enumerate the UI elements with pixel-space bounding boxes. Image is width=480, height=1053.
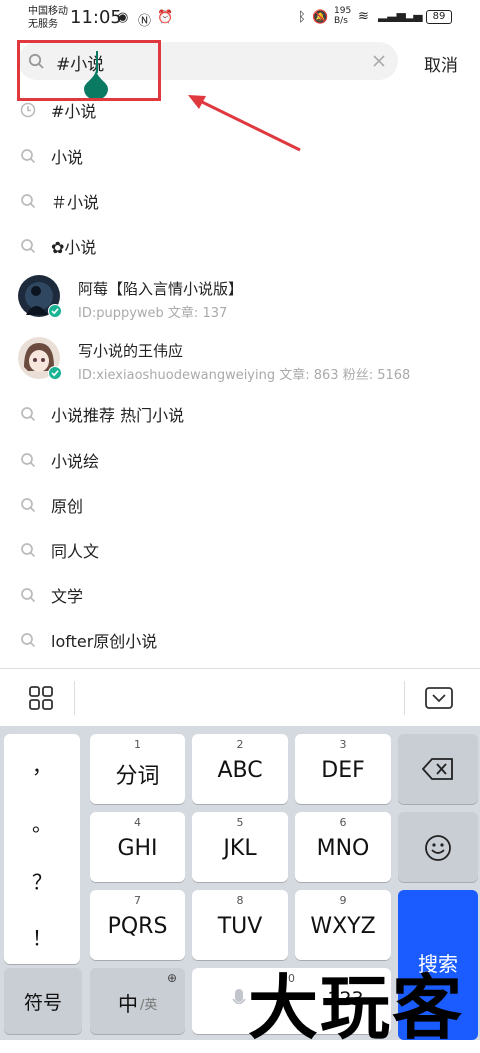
key-1[interactable]: 1 分词 <box>90 734 185 804</box>
suggestion-label: ✿小说 <box>51 238 97 257</box>
suggestion-item[interactable]: 文学 <box>0 581 480 609</box>
bluetooth-icon: ᛒ <box>298 10 306 25</box>
signal-icon-2: ▂▄ <box>404 8 423 22</box>
toolbar-divider <box>74 681 75 715</box>
search-icon <box>21 543 36 558</box>
key-9[interactable]: 9 WXYZ <box>295 890 391 960</box>
carrier-status: 无服务 <box>28 19 58 30</box>
key-7[interactable]: 7 PQRS <box>90 890 185 960</box>
user-meta: ID:puppyweb 文章: 137 <box>78 306 228 321</box>
user-meta: ID:xiexiaoshuodewangweiying 文章: 863 粉丝: … <box>78 368 411 383</box>
history-item[interactable]: #小说 <box>0 96 480 124</box>
suggestion-label: 小说 <box>51 148 84 167</box>
search-icon <box>21 149 36 164</box>
key-comma[interactable]: ， <box>4 750 80 779</box>
key-3[interactable]: 3 DEF <box>295 734 391 804</box>
microphone-icon <box>232 989 246 1005</box>
search-icon <box>21 194 36 209</box>
search-icon <box>21 453 36 468</box>
emoji-button[interactable] <box>398 812 478 882</box>
history-label: #小说 <box>51 102 97 121</box>
suggestion-item[interactable]: ＃小说 <box>0 187 480 215</box>
user-result[interactable]: 阿莓【陷入言情小说版】 ID:puppyweb 文章: 137 <box>0 272 480 328</box>
suggestion-item[interactable]: 小说 <box>0 142 480 170</box>
toolbar-divider <box>404 681 405 715</box>
language-toggle-button[interactable]: ⊕ 中 /英 <box>90 968 185 1034</box>
suggestion-label: lofter原创小说 <box>51 632 158 651</box>
carrier-name: 中国移动 <box>28 6 68 17</box>
key-question[interactable]: ？ <box>4 866 80 895</box>
symbol-button[interactable]: 符号 <box>4 968 82 1034</box>
search-icon <box>21 633 36 648</box>
globe-icon: ⊕ <box>167 971 178 985</box>
status-bar: 中国移动 无服务 11:05 ◉ Ⓝ ⏰ ᛒ 🔕 195 B/s ≋ ▂▃▅ ▂… <box>0 0 480 36</box>
annotation-box <box>17 40 161 101</box>
key-4[interactable]: 4 GHI <box>90 812 185 882</box>
suggestion-label: 同人文 <box>51 542 100 561</box>
user-name: 写小说的王伟应 <box>78 342 184 360</box>
nfc-icon: Ⓝ <box>138 14 152 29</box>
search-icon <box>21 239 36 254</box>
clock: 11:05 <box>70 7 122 28</box>
clear-icon[interactable] <box>372 54 386 68</box>
eye-icon: ◉ <box>117 10 129 25</box>
keyboard-collapse-icon[interactable] <box>425 687 453 709</box>
suggestion-item[interactable]: 小说推荐 热门小说 <box>0 400 480 428</box>
search-icon <box>21 407 36 422</box>
suggestion-item[interactable]: ✿小说 <box>0 232 480 260</box>
suggestion-label: 小说推荐 热门小说 <box>51 406 185 425</box>
suggestion-label: ＃小说 <box>51 193 100 212</box>
watermark-logo: 大玩客 <box>248 966 464 1049</box>
key-8[interactable]: 8 TUV <box>192 890 288 960</box>
punctuation-column[interactable]: ， 。 ？ ！ <box>4 734 80 964</box>
battery-icon: 89 <box>426 10 452 24</box>
search-icon <box>21 588 36 603</box>
backspace-icon <box>422 758 453 780</box>
user-name: 阿莓【陷入言情小说版】 <box>78 280 244 298</box>
network-speed: 195 B/s <box>334 6 352 26</box>
verified-icon <box>48 366 62 380</box>
key-exclaim[interactable]: ！ <box>4 922 80 951</box>
history-clock-icon <box>20 102 36 118</box>
key-5[interactable]: 5 JKL <box>192 812 288 882</box>
wifi-icon: ≋ <box>358 9 369 24</box>
key-period[interactable]: 。 <box>4 808 80 837</box>
key-2[interactable]: 2 ABC <box>192 734 288 804</box>
suggestion-label: 原创 <box>51 497 84 516</box>
suggestion-item[interactable]: 小说绘 <box>0 446 480 474</box>
signal-icon: ▂▃▅ <box>378 8 406 22</box>
key-6[interactable]: 6 MNO <box>295 812 391 882</box>
user-result[interactable]: 写小说的王伟应 ID:xiexiaoshuodewangweiying 文章: … <box>0 334 480 390</box>
emoji-icon <box>425 835 451 861</box>
mute-icon: 🔕 <box>312 10 329 25</box>
alarm-icon: ⏰ <box>157 10 174 25</box>
backspace-button[interactable] <box>398 734 478 804</box>
grid-menu-icon[interactable] <box>29 686 53 710</box>
suggestion-item[interactable]: 原创 <box>0 491 480 519</box>
search-icon <box>21 498 36 513</box>
keyboard-toolbar <box>0 668 480 726</box>
cancel-button[interactable]: 取消 <box>424 51 458 76</box>
suggestion-label: 文学 <box>51 587 84 606</box>
verified-icon <box>48 304 62 318</box>
suggestion-label: 小说绘 <box>51 452 100 471</box>
suggestion-item[interactable]: 同人文 <box>0 536 480 564</box>
suggestion-item[interactable]: lofter原创小说 <box>0 626 480 654</box>
